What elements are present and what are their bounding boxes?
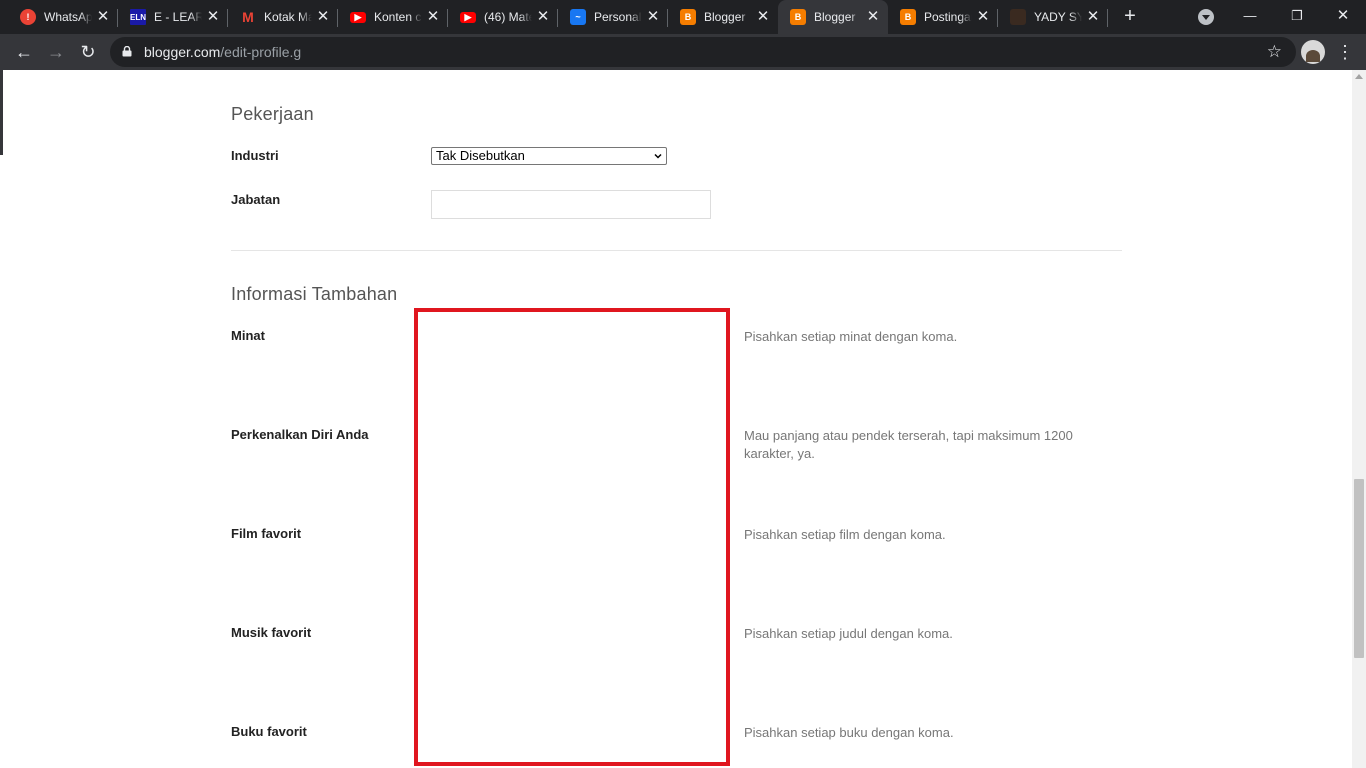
blogger-icon: B xyxy=(900,9,916,25)
browser-tab[interactable]: YADY SYAH ✕ xyxy=(998,0,1108,34)
highlight-box xyxy=(414,308,730,766)
minimize-icon[interactable]: — xyxy=(1240,6,1260,26)
close-tab-icon[interactable]: ✕ xyxy=(866,9,880,24)
browser-tab[interactable]: ~ Personal ✕ xyxy=(558,0,668,34)
close-tab-icon[interactable]: ✕ xyxy=(646,9,660,24)
about-me-label: Perkenalkan Diri Anda xyxy=(231,427,369,442)
restore-icon[interactable]: ❐ xyxy=(1287,6,1307,26)
industry-select[interactable]: Tak Disebutkan xyxy=(431,147,667,165)
favorite-movies-label: Film favorit xyxy=(231,526,302,541)
close-tab-icon[interactable]: ✕ xyxy=(976,9,990,24)
close-tab-icon[interactable]: ✕ xyxy=(206,9,220,24)
industry-selected-value: Tak Disebutkan xyxy=(436,148,525,163)
lock-icon xyxy=(122,46,132,57)
close-tab-icon[interactable]: ✕ xyxy=(536,9,550,24)
youtube-icon: ▶ xyxy=(350,11,366,23)
browser-tab-active[interactable]: B Blogger ✕ xyxy=(778,0,888,34)
page-scrollbar[interactable] xyxy=(1352,70,1366,768)
browser-tab[interactable]: ! WhatsApp ✕ xyxy=(8,0,118,34)
section-title-additional-info: Informasi Tambahan xyxy=(231,284,398,304)
browser-menu-icon[interactable]: ⋮ xyxy=(1336,42,1354,62)
browser-toolbar: ← → ↻ blogger.com/edit-profile.g ☆ ⋮ xyxy=(0,34,1366,70)
blogger-icon: B xyxy=(790,9,806,25)
close-tab-icon[interactable]: ✕ xyxy=(1086,9,1100,24)
youtube-avatar-icon xyxy=(1010,9,1026,25)
tab-search-icon[interactable] xyxy=(1198,9,1214,25)
url-host: blogger.com xyxy=(144,44,221,60)
favorite-movies-hint: Pisahkan setiap film dengan koma. xyxy=(744,527,946,542)
reload-icon[interactable]: ↻ xyxy=(76,40,100,64)
youtube-icon: ▶ xyxy=(460,11,476,23)
whatsapp-alert-icon: ! xyxy=(20,9,36,25)
profile-avatar[interactable] xyxy=(1301,40,1325,64)
close-tab-icon[interactable]: ✕ xyxy=(756,9,770,24)
industry-label: Industri xyxy=(231,148,279,163)
close-tab-icon[interactable]: ✕ xyxy=(426,9,440,24)
interests-hint: Pisahkan setiap minat dengan koma. xyxy=(744,329,958,344)
close-window-icon[interactable]: ✕ xyxy=(1333,6,1353,26)
browser-tab[interactable]: ▶ (46) Materi ✕ xyxy=(448,0,558,34)
browser-tab[interactable]: B Blogger ✕ xyxy=(668,0,778,34)
edit-profile-page: Pekerjaan Industri Tak Disebutkan Jabata… xyxy=(0,70,1352,768)
favorite-books-hint: Pisahkan setiap buku dengan koma. xyxy=(744,725,954,740)
favorite-books-label: Buku favorit xyxy=(231,724,307,739)
gmail-icon: M xyxy=(242,9,254,25)
scroll-up-arrow-icon[interactable] xyxy=(1355,74,1363,79)
address-bar[interactable]: blogger.com/edit-profile.g ☆ xyxy=(110,37,1296,67)
eln-icon: ELN xyxy=(130,9,146,25)
job-title-label: Jabatan xyxy=(231,192,281,207)
close-tab-icon[interactable]: ✕ xyxy=(316,9,330,24)
interests-label: Minat xyxy=(231,328,265,343)
chevron-down-icon xyxy=(654,153,662,159)
tab-separator xyxy=(1107,9,1108,27)
scrollbar-thumb[interactable] xyxy=(1354,479,1364,658)
favorite-music-hint: Pisahkan setiap judul dengan koma. xyxy=(744,626,953,641)
url-path: /edit-profile.g xyxy=(220,44,302,60)
new-tab-button[interactable]: + xyxy=(1118,5,1142,29)
window-edge xyxy=(0,70,3,155)
url-text: blogger.com/edit-profile.g xyxy=(144,44,301,60)
section-divider xyxy=(231,250,1122,251)
bookmark-star-icon[interactable]: ☆ xyxy=(1267,42,1282,62)
browser-tab[interactable]: M Kotak Masuk ✕ xyxy=(228,0,338,34)
browser-tab[interactable]: ▶ Konten channel ✕ xyxy=(338,0,448,34)
messenger-icon: ~ xyxy=(570,9,586,25)
browser-tab-strip: ! WhatsApp ✕ ELN E - LEARNING ✕ M Kotak … xyxy=(0,0,1366,34)
about-me-hint: Mau panjang atau pendek terserah, tapi m… xyxy=(744,428,1073,461)
browser-tab[interactable]: B Postingan ✕ xyxy=(888,0,998,34)
close-tab-icon[interactable]: ✕ xyxy=(96,9,110,24)
blogger-icon: B xyxy=(680,9,696,25)
browser-tab[interactable]: ELN E - LEARNING ✕ xyxy=(118,0,228,34)
forward-arrow-icon[interactable]: → xyxy=(44,40,68,64)
section-title-work: Pekerjaan xyxy=(231,104,314,124)
back-arrow-icon[interactable]: ← xyxy=(12,40,36,64)
job-title-input[interactable] xyxy=(431,190,711,219)
favorite-music-label: Musik favorit xyxy=(231,625,312,640)
